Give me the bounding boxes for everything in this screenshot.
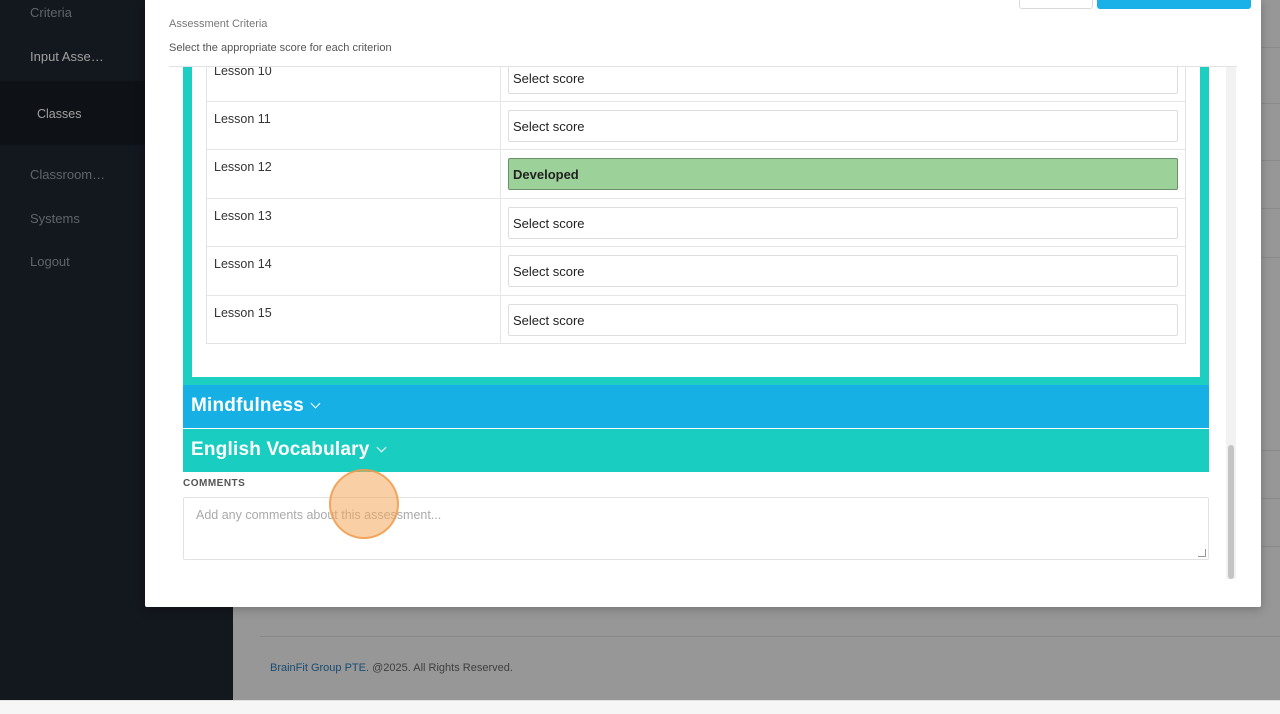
lesson-name: Lesson 10 (214, 67, 272, 78)
comments-label: COMMENTS (183, 478, 246, 489)
score-select[interactable]: Select score (508, 255, 1178, 288)
score-select[interactable]: Select score (508, 110, 1178, 142)
lesson-name: Lesson 12 (214, 160, 272, 175)
column-divider (500, 295, 501, 343)
column-divider (500, 102, 501, 150)
scrollbar-thumb[interactable] (1228, 445, 1234, 579)
column-divider (500, 67, 501, 101)
section-body: Lesson 10 Select score Lesson 11 Select … (192, 67, 1200, 377)
assessment-modal: Assessment Criteria Select the appropria… (145, 0, 1261, 607)
table-row: Lesson 15 Select score (207, 294, 1185, 343)
expanded-section: Lesson 10 Select score Lesson 11 Select … (183, 67, 1209, 385)
table-row: Lesson 12 Developed (207, 149, 1185, 198)
modal-subtitle: Select the appropriate score for each cr… (169, 42, 392, 54)
table-row: Lesson 11 Select score (207, 101, 1185, 150)
bottom-bar (0, 700, 1280, 714)
click-indicator (329, 469, 399, 539)
comments-placeholder: Add any comments about this assessment..… (196, 508, 442, 522)
score-select[interactable]: Select score (508, 303, 1178, 336)
modal-title: Assessment Criteria (169, 18, 268, 30)
lesson-name: Lesson 13 (214, 208, 272, 223)
lesson-name: Lesson 15 (214, 305, 272, 320)
section-header-english-vocabulary[interactable]: English Vocabulary (183, 429, 1209, 472)
chevron-down-icon (310, 398, 321, 409)
chevron-down-icon (376, 442, 386, 453)
score-select-developed[interactable]: Developed (508, 158, 1178, 191)
lesson-table: Lesson 10 Select score Lesson 11 Select … (206, 67, 1186, 344)
section-header-mindfulness[interactable]: Mindfulness (183, 385, 1209, 428)
column-divider (500, 198, 501, 247)
section-title: Mindfulness (191, 395, 305, 416)
score-select[interactable]: Select score (508, 67, 1178, 94)
scrollbar[interactable] (1226, 67, 1236, 579)
lesson-name: Lesson 14 (214, 257, 272, 272)
table-row: Lesson 10 Select score (207, 67, 1185, 101)
table-row: Lesson 13 Select score (207, 197, 1185, 247)
resize-handle-icon[interactable] (1198, 549, 1206, 557)
score-select[interactable]: Select score (508, 206, 1178, 239)
column-divider (500, 150, 501, 198)
submit-button[interactable] (1097, 0, 1251, 9)
column-divider (500, 247, 501, 295)
section-title: English Vocabulary (191, 439, 370, 460)
table-row: Lesson 14 Select score (207, 246, 1185, 295)
lesson-name: Lesson 11 (214, 112, 271, 126)
cancel-button[interactable] (1019, 0, 1093, 9)
